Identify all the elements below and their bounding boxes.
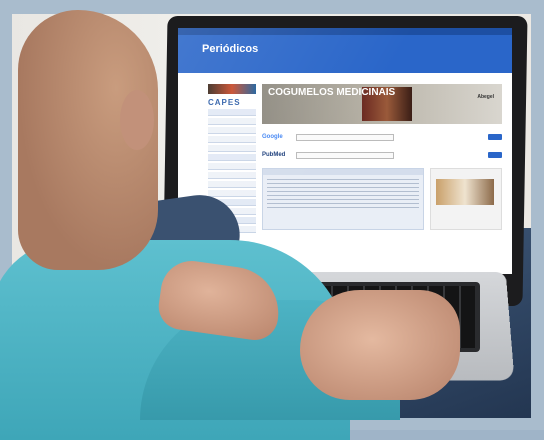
sidebar-item [208,127,256,134]
banner-title: COGUMELOS MEDICINAIS [268,87,396,98]
banner-brand: Abegel [477,94,494,100]
person-ear [120,90,154,150]
search-panel [262,168,424,230]
search-row-pubmed: PubMed [262,150,502,160]
google-search-button [488,134,502,140]
pubmed-logo: PubMed [262,152,286,158]
sidebar-item [208,190,256,197]
pubmed-search-input [296,151,394,159]
periodicos-logo [208,84,256,94]
panel-tabs [263,169,423,175]
screen-topbar [178,28,512,35]
sidebar-item [208,163,256,170]
banner: COGUMELOS MEDICINAIS Abegel [262,84,502,124]
google-search-input [296,133,394,141]
screen-main: COGUMELOS MEDICINAIS Abegel Google PubMe… [262,84,502,230]
search-row-google: Google [262,132,502,142]
google-logo: Google [262,134,283,140]
capes-logo: CAPES [208,98,241,107]
sidebar-item [208,118,256,125]
screen-header: Periódicos [178,35,512,73]
panel-text [267,179,419,209]
news-panel [430,168,502,230]
sidebar-item [208,172,256,179]
photo-frame: Periódicos CAPES COGUMELOS MEDICINAIS Ab… [0,0,544,440]
sidebar-item [208,181,256,188]
sidebar-item [208,154,256,161]
sidebar-item [208,136,256,143]
news-image [436,179,494,205]
pubmed-search-button [488,152,502,158]
sidebar-item [208,109,256,116]
right-hand [300,290,460,400]
content-panels [262,168,502,230]
site-title: Periódicos [202,43,259,55]
sidebar-item [208,145,256,152]
